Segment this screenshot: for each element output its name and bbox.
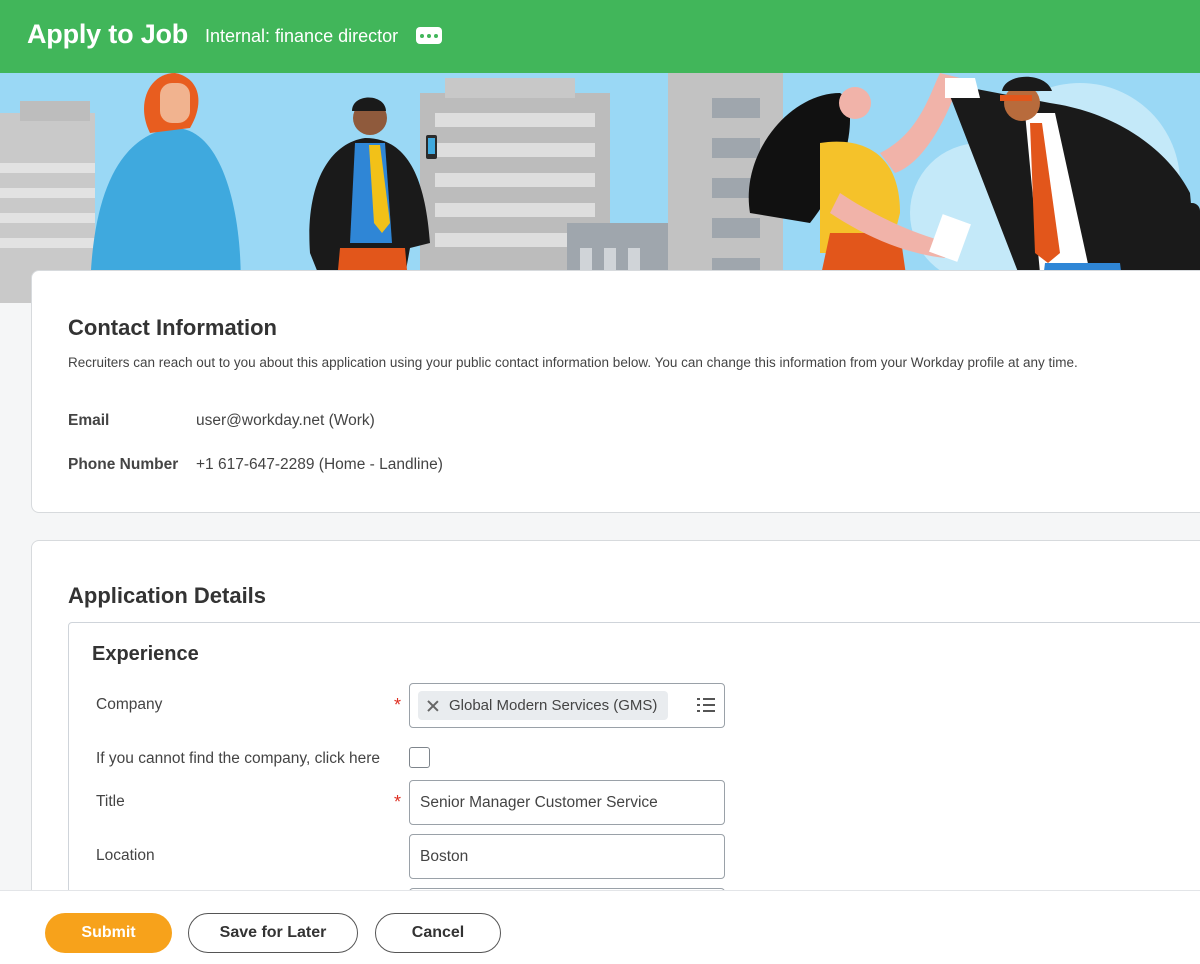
location-input-value: Boston	[420, 848, 469, 865]
phone-number-value: +1 617-647-2289 (Home - Landline)	[196, 456, 443, 473]
location-label: Location	[96, 847, 155, 864]
required-indicator: *	[394, 792, 402, 812]
experience-section: Experience Company * Global Modern Servi…	[68, 622, 1200, 890]
phone-number-label: Phone Number	[68, 456, 179, 473]
email-value: user@workday.net (Work)	[196, 412, 375, 429]
more-horizontal-icon[interactable]	[416, 27, 442, 44]
experience-title: Experience	[92, 643, 199, 665]
company-label: Company	[96, 696, 163, 713]
contact-information-description: Recruiters can reach out to you about th…	[68, 355, 1078, 370]
cancel-button[interactable]: Cancel	[375, 913, 501, 953]
cannot-find-company-label: If you cannot find the company, click he…	[96, 750, 381, 767]
company-selected-pill: Global Modern Services (GMS)	[418, 691, 668, 720]
job-posting-title: Internal: finance director	[205, 26, 399, 46]
title-input-value: Senior Manager Customer Service	[420, 794, 658, 811]
action-footer: Submit Save for Later Cancel	[0, 890, 1200, 964]
company-selected-value: Global Modern Services (GMS)	[449, 697, 658, 714]
remove-icon[interactable]	[427, 700, 439, 712]
contact-information-card: Contact Information Recruiters can reach…	[31, 270, 1200, 513]
application-details-title: Application Details	[68, 583, 267, 608]
page-title: Apply to Job	[27, 19, 189, 49]
content-area: Contact Information Recruiters can reach…	[0, 268, 1200, 890]
company-input[interactable]: Global Modern Services (GMS)	[409, 683, 725, 728]
email-label: Email	[68, 412, 110, 429]
title-input[interactable]: Senior Manager Customer Service	[409, 780, 725, 825]
location-input[interactable]: Boston	[409, 834, 725, 879]
page-header: Apply to Job Internal: finance director	[0, 0, 1200, 73]
contact-information-title: Contact Information	[68, 315, 277, 340]
save-for-later-button[interactable]: Save for Later	[188, 913, 358, 953]
application-details-card: Application Details Experience Company *…	[31, 540, 1200, 890]
list-prompt-icon[interactable]	[697, 697, 715, 713]
submit-button[interactable]: Submit	[45, 913, 172, 953]
cannot-find-company-checkbox[interactable]	[409, 747, 430, 768]
title-label: Title	[96, 793, 125, 810]
required-indicator: *	[394, 695, 402, 715]
